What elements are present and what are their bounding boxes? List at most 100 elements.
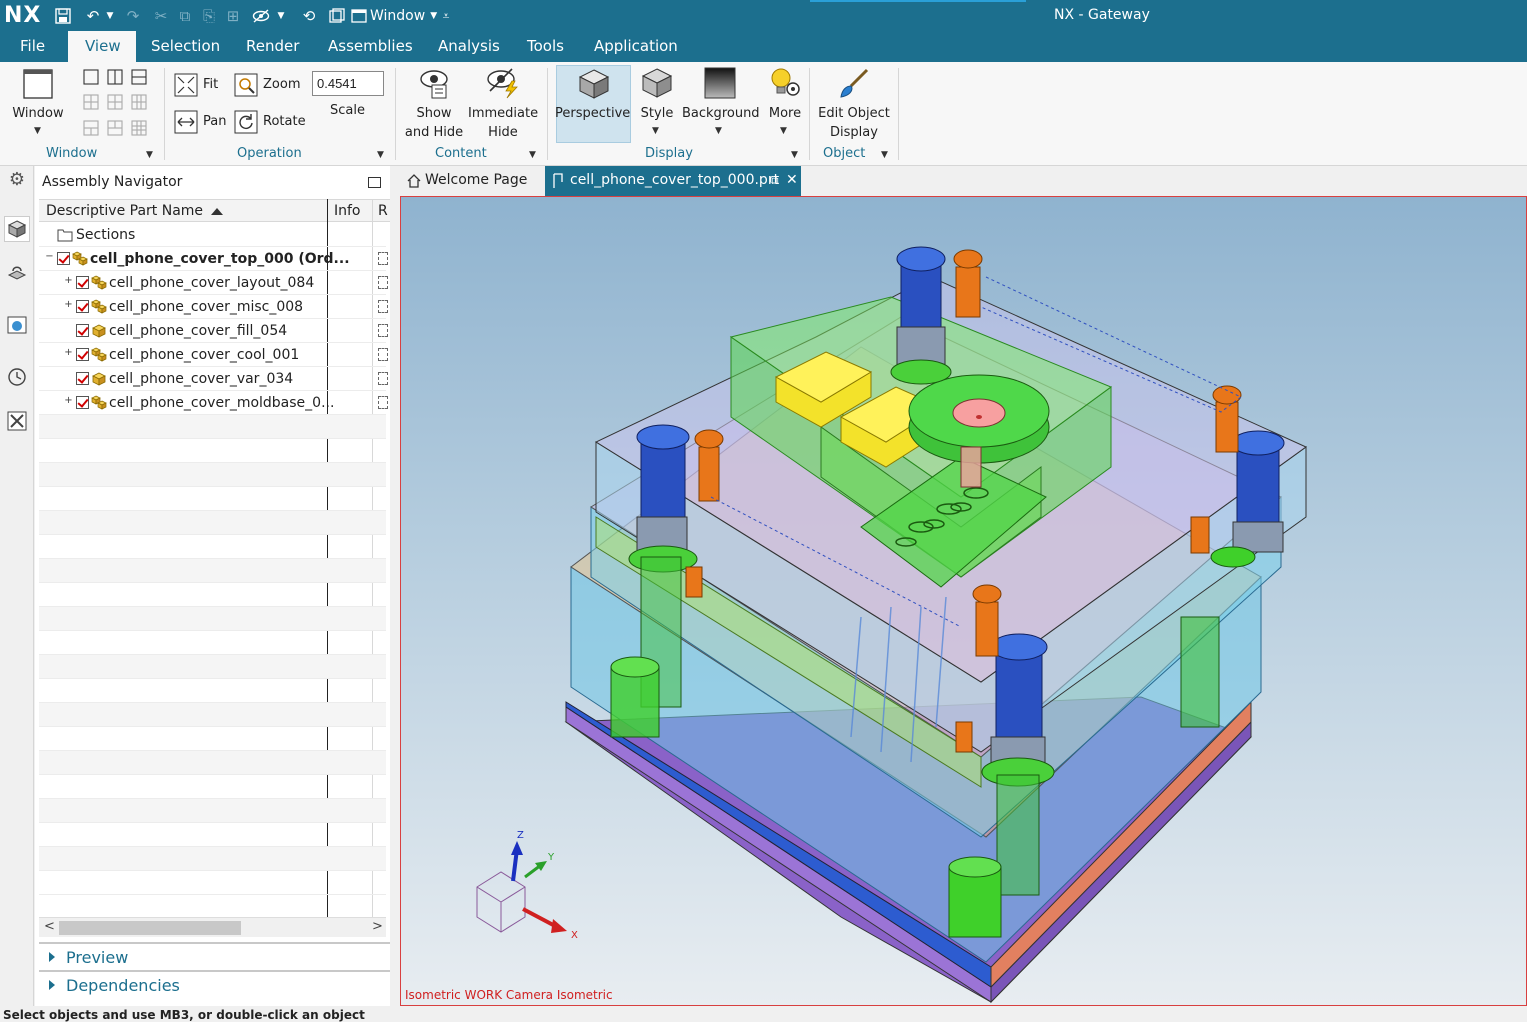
menu-assemblies[interactable]: Assemblies (328, 37, 413, 55)
assembly-navigator-tab-icon[interactable] (4, 216, 30, 242)
visibility-checkbox[interactable] (76, 372, 89, 385)
expand-icon[interactable]: + (64, 396, 73, 406)
empty-row (39, 727, 386, 751)
window-button[interactable]: Window ▼ (8, 66, 68, 142)
hide-icon[interactable] (250, 6, 272, 26)
edit-object-display-button[interactable]: Edit Object Display (814, 66, 894, 144)
more-button[interactable]: More ▼ (764, 66, 806, 144)
visibility-checkbox[interactable] (76, 324, 89, 337)
expand-icon[interactable]: + (64, 276, 73, 286)
background-button[interactable]: Background ▼ (682, 66, 760, 144)
scrollbar-thumb[interactable] (59, 921, 241, 935)
menu-analysis[interactable]: Analysis (438, 37, 500, 55)
window-menu-icon[interactable] (350, 6, 368, 26)
group-window-caret-icon[interactable]: ▼ (146, 150, 153, 160)
pan-button[interactable]: Pan (174, 109, 230, 135)
zoom-label: Zoom (263, 77, 301, 92)
perspective-button[interactable]: Perspective (555, 65, 631, 143)
menu-render[interactable]: Render (246, 37, 299, 55)
undock-icon[interactable]: ⧉ (770, 173, 779, 188)
window-menu[interactable]: Window ▼ (370, 6, 437, 26)
tree-row-label: cell_phone_cover_moldbase_0... (109, 395, 335, 411)
gear-icon[interactable]: ⚙ (4, 166, 30, 192)
tools-tab-icon[interactable] (4, 408, 30, 434)
layout-grid-icon[interactable] (82, 68, 152, 138)
expand-icon[interactable]: + (64, 300, 73, 310)
visibility-checkbox[interactable] (76, 396, 89, 409)
horizontal-scrollbar[interactable]: < > (39, 917, 386, 937)
menu-selection[interactable]: Selection (151, 37, 220, 55)
immediate-hide-button[interactable]: Immediate Hide (468, 66, 538, 144)
scroll-left-icon[interactable]: < (44, 919, 55, 934)
menu-tools[interactable]: Tools (527, 37, 564, 55)
paste-icon[interactable]: ⎘ (198, 6, 220, 26)
web-browser-tab-icon[interactable] (4, 312, 30, 338)
tree-row[interactable]: − cell_phone_cover_top_000 (Ord... (39, 247, 388, 271)
maximize-icon[interactable] (368, 177, 381, 188)
expand-triangle-icon (49, 980, 55, 990)
part-icon (92, 372, 106, 386)
redo-icon[interactable]: ↷ (122, 6, 144, 26)
preview-section[interactable]: Preview (39, 942, 390, 970)
menu-file[interactable]: File (20, 37, 45, 55)
window-button-label: Window (12, 106, 64, 121)
tree-row[interactable]: + cell_phone_cover_moldbase_0... (39, 391, 388, 415)
ribbon-separator (395, 68, 396, 160)
zoom-button[interactable]: Zoom (234, 72, 304, 98)
group-content-caret-icon[interactable]: ▼ (529, 150, 536, 160)
close-tab-icon[interactable]: ✕ (786, 172, 798, 188)
history-tab-icon[interactable] (4, 364, 30, 390)
empty-row (39, 655, 386, 679)
tree-row[interactable]: Sections (39, 223, 386, 247)
visibility-checkbox[interactable] (76, 348, 89, 361)
tree-row[interactable]: + cell_phone_cover_misc_008 (39, 295, 388, 319)
show-and-hide-button[interactable]: Show and Hide (402, 66, 466, 144)
group-operation-caret-icon[interactable]: ▼ (377, 150, 384, 160)
tree-row[interactable]: + cell_phone_cover_cool_001 (39, 343, 388, 367)
column-r[interactable]: R (378, 203, 388, 219)
tree-row[interactable]: cell_phone_cover_fill_054 (39, 319, 388, 343)
tree-row[interactable]: cell_phone_cover_var_034 (39, 367, 388, 391)
tab-welcome-page[interactable]: Welcome Page (402, 166, 542, 196)
fit-icon (174, 73, 198, 97)
background-caret-icon: ▼ (715, 126, 722, 136)
group-object-caret-icon[interactable]: ▼ (881, 150, 888, 160)
visibility-checkbox[interactable] (57, 252, 70, 265)
scale-input[interactable] (312, 71, 384, 96)
assembly-icon (91, 347, 107, 362)
duplicate-icon[interactable]: ⊞ (222, 6, 244, 26)
save-icon[interactable] (52, 6, 74, 26)
rotate-button[interactable]: Rotate (234, 109, 308, 135)
immediate-hide-label-2: Hide (488, 125, 518, 140)
fit-button[interactable]: Fit (174, 72, 226, 98)
column-descriptive-part-name[interactable]: Descriptive Part Name (46, 203, 203, 219)
window-icon[interactable] (326, 6, 348, 26)
hide-dropdown-icon[interactable]: ▼ (274, 6, 288, 26)
show-and-hide-label-1: Show (416, 106, 452, 121)
menu-view[interactable]: View (68, 31, 136, 62)
tree-row-label: cell_phone_cover_misc_008 (109, 299, 304, 315)
expand-icon[interactable]: + (64, 348, 73, 358)
empty-row (39, 631, 386, 655)
undo-dropdown-icon[interactable]: ▼ (104, 6, 116, 26)
more-label: More (768, 106, 802, 121)
collapse-icon[interactable]: − (45, 252, 54, 262)
tab-cell-phone-cover-top[interactable]: cell_phone_cover_top_000.prt ⧉ ✕ (545, 166, 801, 196)
visibility-checkbox[interactable] (76, 276, 89, 289)
menu-application[interactable]: Application (594, 37, 678, 55)
visibility-checkbox[interactable] (76, 300, 89, 313)
part-navigator-tab-icon[interactable] (4, 258, 30, 284)
graphics-window[interactable]: Z Y X Isometric WORK Camera Isometric (400, 196, 1527, 1006)
copy-icon[interactable]: ⧉ (174, 6, 196, 26)
group-display-caret-icon[interactable]: ▼ (791, 150, 798, 160)
pan-label: Pan (203, 114, 227, 129)
customize-quick-access-icon[interactable]: ⩡ (438, 6, 454, 26)
tree-row[interactable]: + cell_phone_cover_layout_084 (39, 271, 388, 295)
column-info[interactable]: Info (334, 203, 361, 219)
cut-icon[interactable]: ✂ (150, 6, 172, 26)
style-button[interactable]: Style ▼ (636, 66, 678, 144)
undo-icon[interactable]: ↶ (82, 6, 104, 26)
rotate-view-icon[interactable]: ⟲ (298, 6, 320, 26)
scroll-right-icon[interactable]: > (372, 919, 383, 934)
dependencies-section[interactable]: Dependencies (39, 970, 390, 998)
